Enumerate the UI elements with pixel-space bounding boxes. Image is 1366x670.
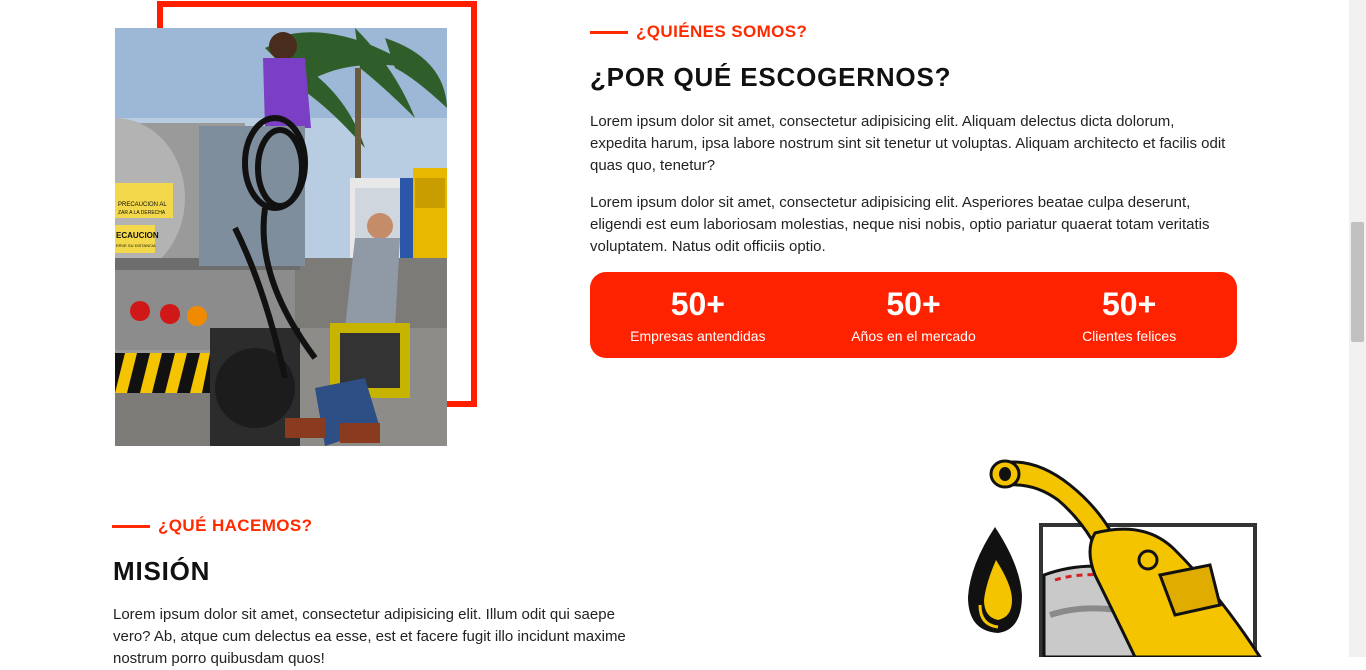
photo-sign-line-1: PRECAUCION AL xyxy=(118,202,167,208)
scrollbar-thumb[interactable] xyxy=(1351,222,1364,342)
about-eyebrow: ¿QUIÉNES SOMOS? xyxy=(590,22,807,42)
stats-banner: 50+ Empresas antendidas 50+ Años en el m… xyxy=(590,272,1237,358)
stat-label: Años en el mercado xyxy=(851,328,976,344)
about-paragraph-1: Lorem ipsum dolor sit amet, consectetur … xyxy=(590,113,1226,174)
fuel-nozzle-illustration xyxy=(960,455,1280,667)
mission-eyebrow-label: ¿QUÉ HACEMOS? xyxy=(158,516,313,535)
photo-sign-line-4: ERVE SU DISTANCIA xyxy=(116,243,156,248)
about-paragraph-2: Lorem ipsum dolor sit amet, consectetur … xyxy=(590,194,1210,255)
stat-label: Empresas antendidas xyxy=(630,328,766,344)
stat-number: 50+ xyxy=(1102,286,1157,322)
mission-paragraph: Lorem ipsum dolor sit amet, consectetur … xyxy=(113,606,626,667)
eyebrow-dash xyxy=(590,30,628,34)
mission-eyebrow: ¿QUÉ HACEMOS? xyxy=(112,516,312,536)
stat-years: 50+ Años en el mercado xyxy=(806,286,1021,344)
stat-companies: 50+ Empresas antendidas xyxy=(590,286,805,344)
about-heading: ¿POR QUÉ ESCOGERNOS? xyxy=(590,62,952,92)
about-eyebrow-label: ¿QUIÉNES SOMOS? xyxy=(636,22,808,41)
stat-number: 50+ xyxy=(886,286,941,322)
photo-sign-line-2: ZAR A LA DERECHA xyxy=(118,210,166,216)
stat-clients: 50+ Clientes felices xyxy=(1022,286,1237,344)
stat-number: 50+ xyxy=(670,286,725,322)
fuel-truck-workers-photo: PRECAUCION AL ZAR A LA DERECHA ECAUCION … xyxy=(115,28,447,446)
eyebrow-dash xyxy=(112,524,150,528)
stat-label: Clientes felices xyxy=(1082,328,1177,344)
mission-heading: MISIÓN xyxy=(113,556,211,586)
photo-sign-line-3: ECAUCION xyxy=(116,231,159,240)
